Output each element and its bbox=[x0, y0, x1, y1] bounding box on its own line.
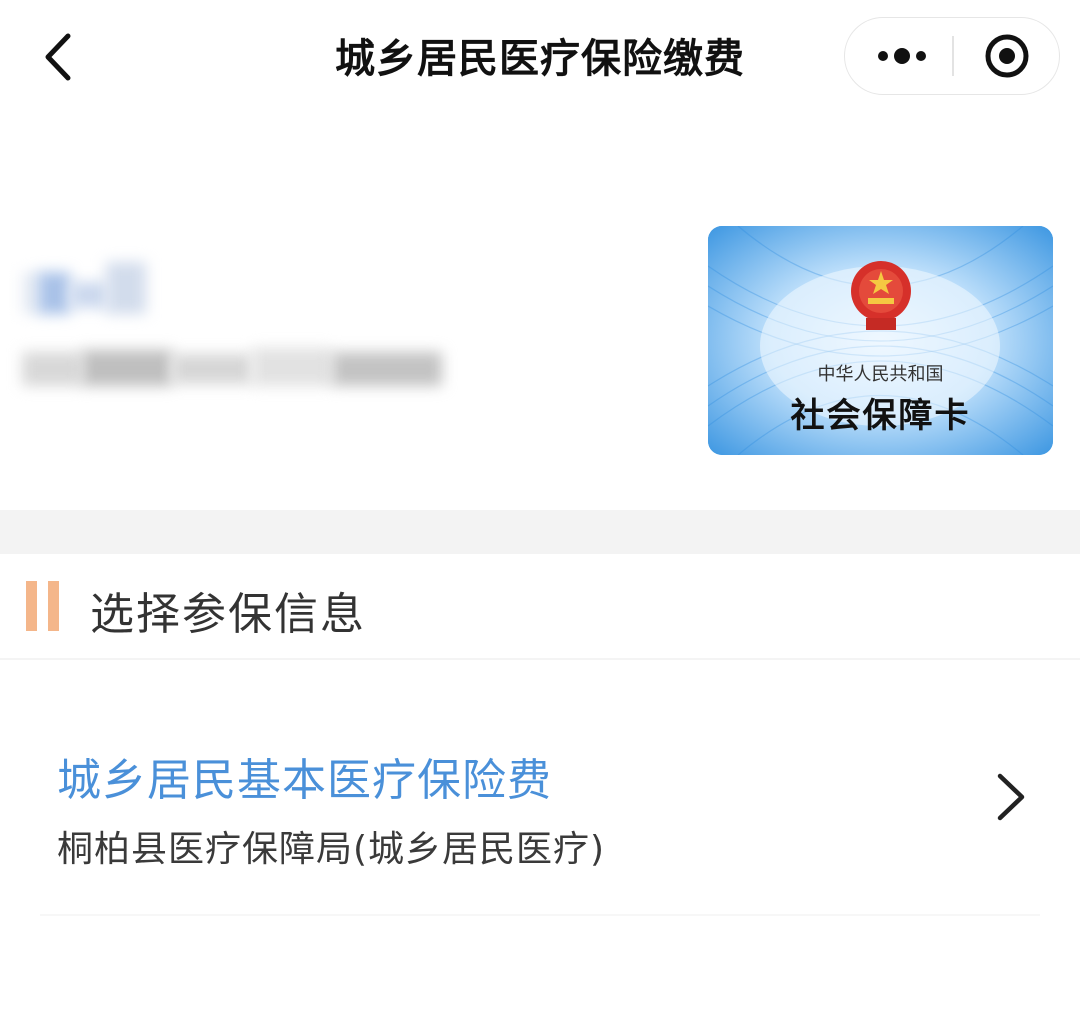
capsule-divider bbox=[952, 36, 954, 76]
close-miniprogram-button[interactable] bbox=[955, 18, 1059, 94]
more-dots-icon bbox=[878, 48, 926, 64]
accent-bar bbox=[26, 581, 60, 631]
target-circle-icon bbox=[985, 34, 1029, 78]
divider bbox=[40, 914, 1040, 916]
section-title: 选择参保信息 bbox=[90, 589, 366, 640]
insurance-item[interactable]: 城乡居民基本医疗保险费 桐柏县医疗保障局(城乡居民医疗) bbox=[0, 700, 1080, 890]
section-header: 选择参保信息 bbox=[0, 554, 1080, 658]
card-title: 社会保障卡 bbox=[790, 396, 971, 436]
insurance-item-title: 城乡居民基本医疗保险费 bbox=[57, 755, 552, 806]
divider bbox=[0, 658, 1080, 660]
mini-program-capsule bbox=[844, 17, 1060, 95]
chevron-right-icon bbox=[997, 773, 1025, 821]
card-country-text: 中华人民共和国 bbox=[817, 364, 944, 385]
national-emblem-icon bbox=[851, 261, 911, 330]
more-button[interactable] bbox=[845, 18, 951, 94]
insurance-item-subtitle: 桐柏县医疗保障局(城乡居民医疗) bbox=[57, 829, 606, 870]
section-divider bbox=[0, 510, 1080, 554]
social-security-card: 中华人民共和国 社会保障卡 bbox=[708, 226, 1053, 455]
navbar: 城乡居民医疗保险缴费 bbox=[0, 0, 1080, 112]
